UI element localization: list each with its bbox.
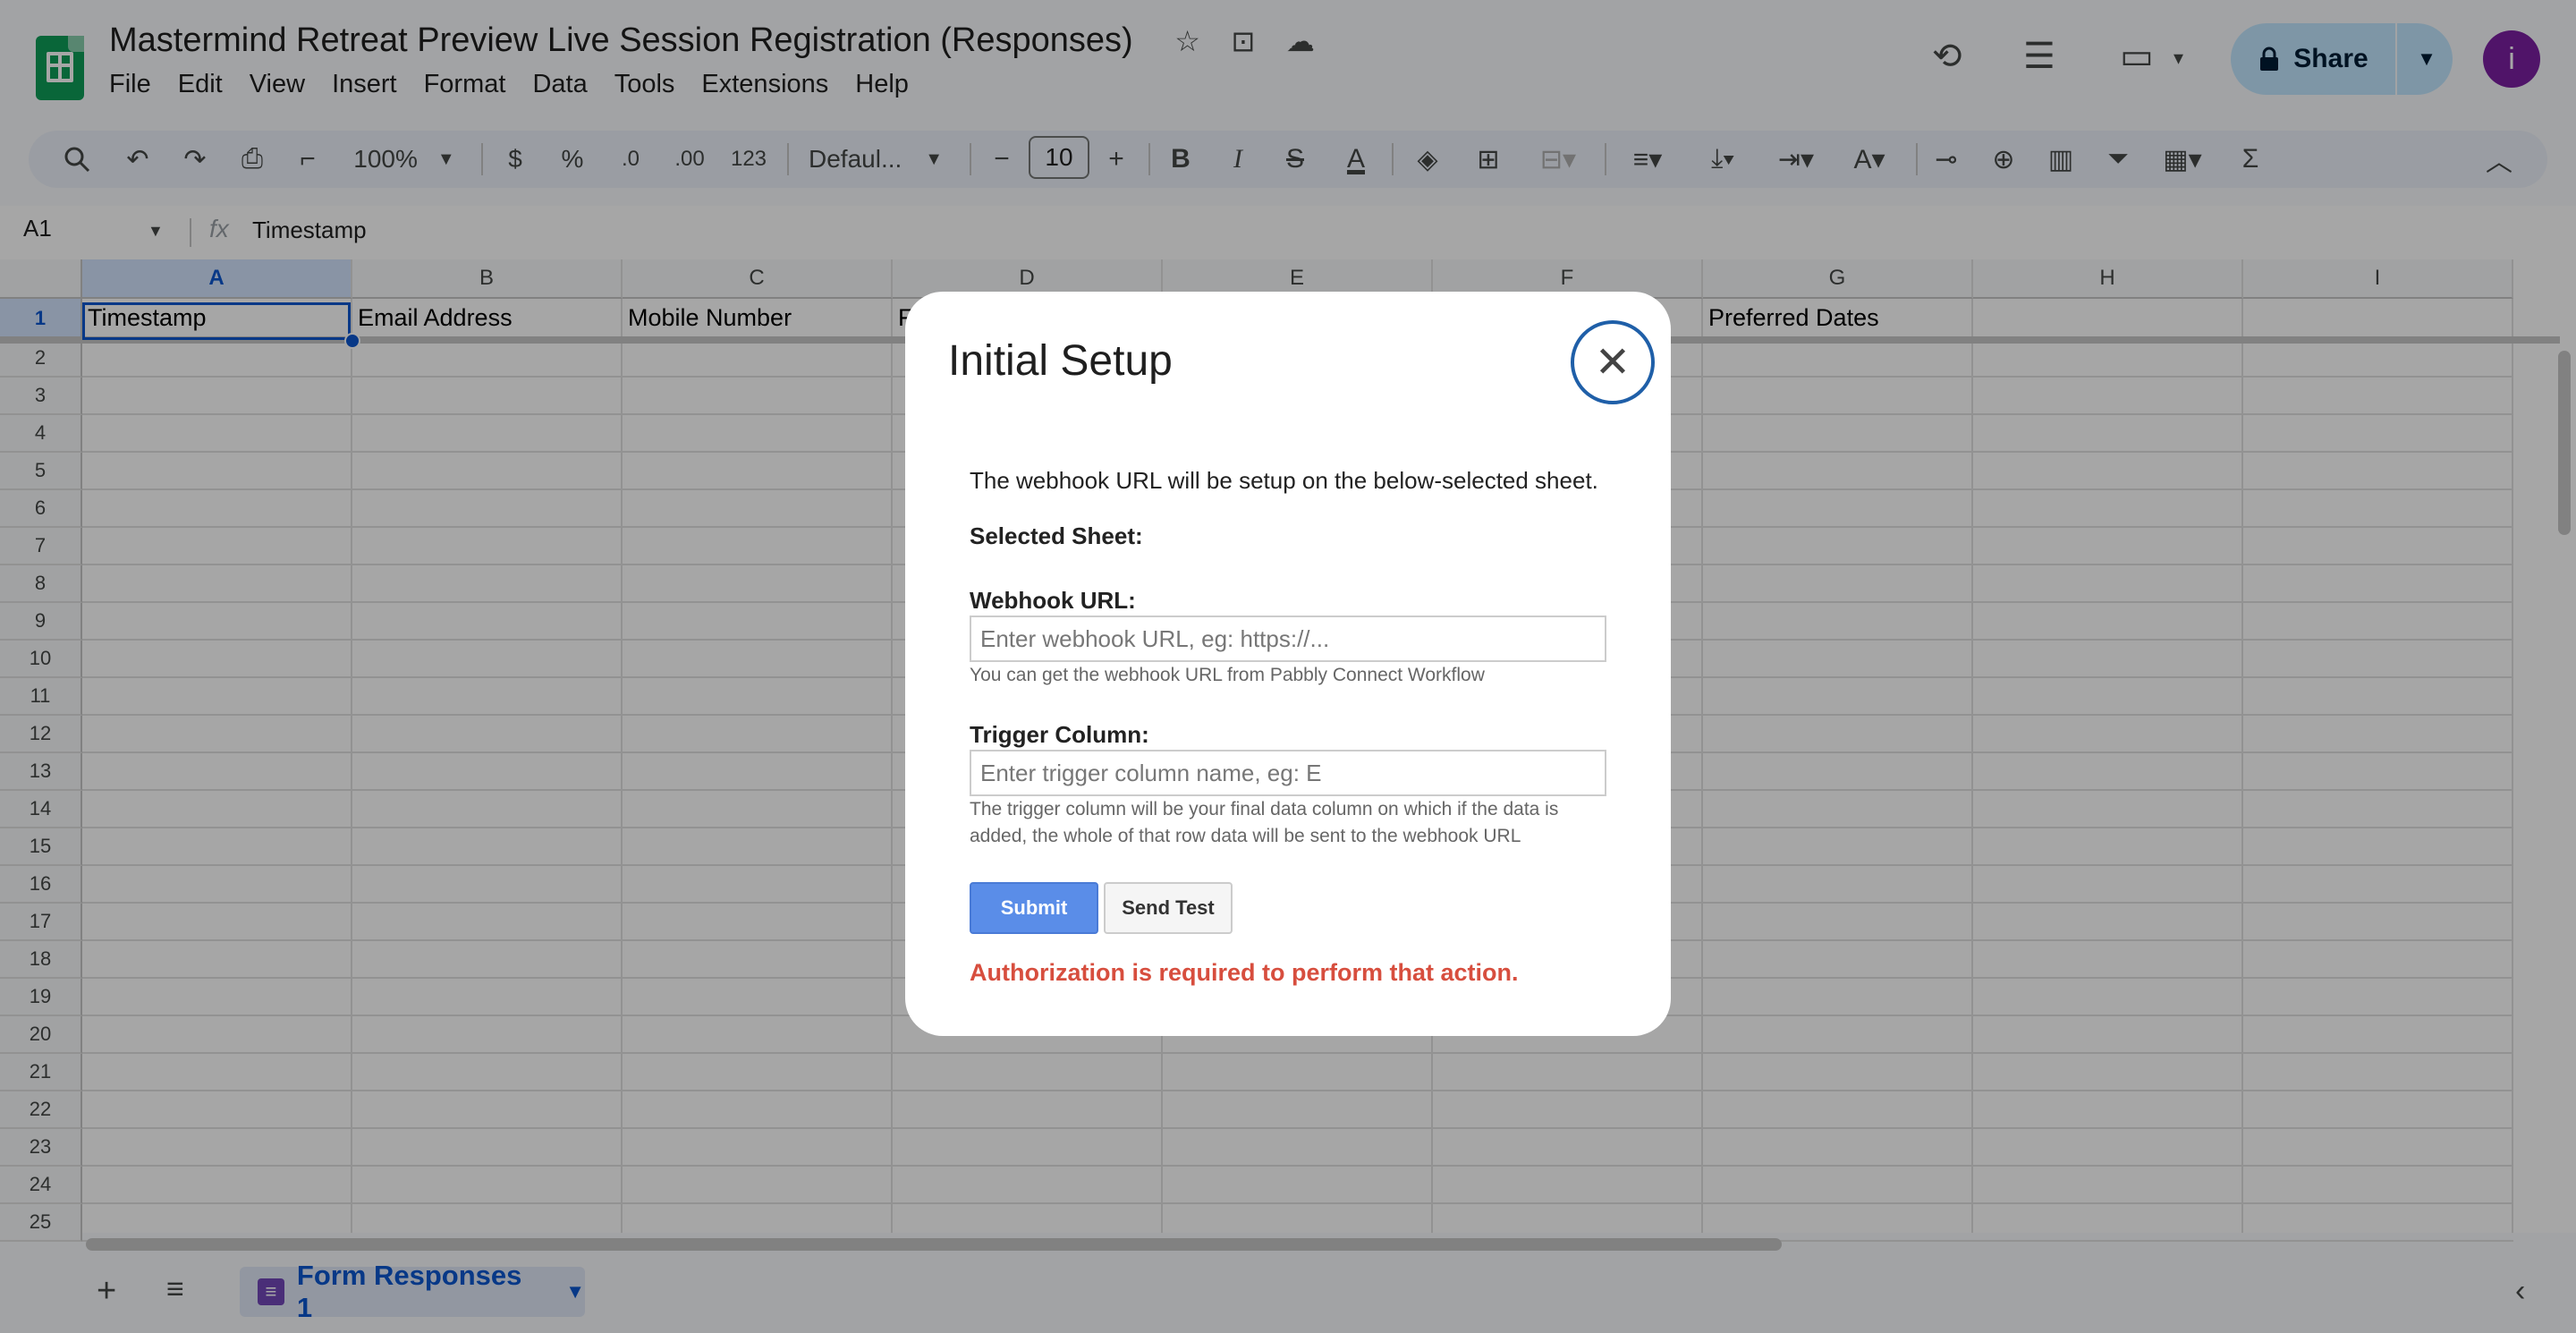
- trigger-column-label: Trigger Column:: [970, 721, 1149, 748]
- error-message: Authorization is required to perform tha…: [970, 959, 1519, 986]
- submit-button[interactable]: Submit: [970, 882, 1098, 934]
- webhook-url-label: Webhook URL:: [970, 587, 1136, 614]
- dialog-intro: The webhook URL will be setup on the bel…: [970, 467, 1598, 494]
- trigger-column-help: The trigger column will be your final da…: [970, 799, 1559, 846]
- send-test-button[interactable]: Send Test: [1104, 882, 1233, 934]
- trigger-column-input[interactable]: Enter trigger column name, eg: E: [970, 750, 1606, 796]
- close-icon[interactable]: ✕: [1571, 320, 1655, 404]
- webhook-url-input[interactable]: Enter webhook URL, eg: https://...: [970, 616, 1606, 662]
- selected-sheet-label: Selected Sheet:: [970, 522, 1143, 549]
- dialog-title: Initial Setup: [948, 337, 1173, 385]
- webhook-url-help: You can get the webhook URL from Pabbly …: [970, 665, 1485, 685]
